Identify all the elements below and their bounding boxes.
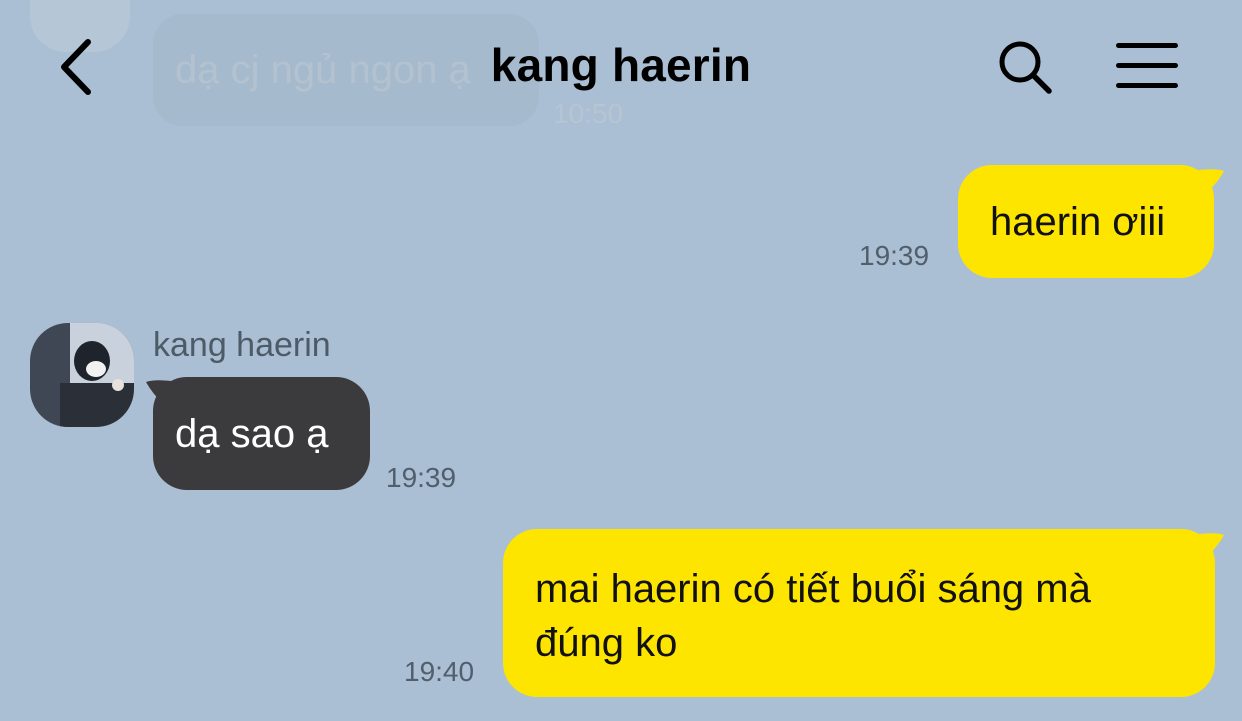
- sender-name: kang haerin: [153, 326, 331, 364]
- previous-message-time: 10:50: [553, 98, 624, 129]
- chat-title: kang haerin: [490, 39, 752, 91]
- message-text: dạ sao ạ: [175, 412, 329, 456]
- my-message-bubble[interactable]: haerin ơiii: [958, 165, 1214, 278]
- search-icon[interactable]: [996, 38, 1054, 96]
- message-time: 19:40: [404, 656, 475, 687]
- my-message-bubble[interactable]: mai haerin có tiết buổi sáng mà đúng ko: [503, 529, 1215, 697]
- my-bubble-tail: [1198, 169, 1224, 194]
- message-text: haerin ơiii: [990, 200, 1166, 244]
- message-text-line: đúng ko: [535, 621, 678, 665]
- message-time: 19:39: [859, 240, 930, 271]
- chevron-left-icon[interactable]: [54, 36, 102, 98]
- avatar[interactable]: [30, 323, 134, 427]
- message-time: 19:39: [386, 462, 457, 493]
- their-message-bubble[interactable]: dạ sao ạ: [153, 377, 370, 490]
- hamburger-menu-icon[interactable]: [1114, 40, 1180, 92]
- my-bubble-tail: [1198, 533, 1224, 558]
- message-text-line: mai haerin có tiết buổi sáng mà: [535, 567, 1091, 611]
